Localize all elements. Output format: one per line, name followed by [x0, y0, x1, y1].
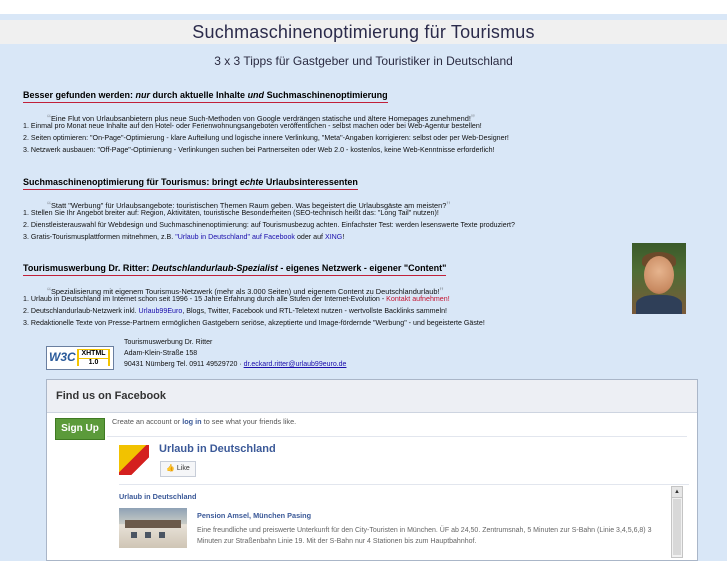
heading-emphasis: nur — [135, 90, 151, 100]
thumbnail-window — [131, 532, 137, 538]
list-item-text: oder auf — [294, 233, 325, 241]
feed-scrollbar[interactable]: ▲ — [671, 486, 683, 558]
xhtml-text: XHTML — [79, 350, 108, 358]
list-item: 3. Netzwerk ausbauen: "Off-Page"-Optimie… — [23, 146, 495, 154]
heading-text: Suchmaschinenoptimierung — [264, 90, 388, 100]
list-item-text: 2. Deutschlandurlaub-Netzwerk inkl. — [23, 307, 139, 315]
heading-text: Suchmaschinenoptimierung für Tourismus: … — [23, 177, 240, 187]
section-heading: Tourismuswerbung Dr. Ritter: Deutschland… — [23, 263, 447, 276]
list-item: 1. Einmal pro Monat neue Inhalte auf den… — [23, 122, 482, 130]
section-better-found: Besser gefunden werden: nur durch aktuel… — [23, 85, 713, 154]
list-item: 1. Stellen Sie Ihr Angebot breiter auf: … — [23, 209, 439, 217]
quote-close-icon: ” — [446, 199, 451, 213]
section-dr-ritter: Tourismuswerbung Dr. Ritter: Deutschland… — [23, 258, 713, 327]
heading-text: Urlaubsinteressenten — [263, 177, 358, 187]
photo-shirt — [636, 295, 682, 314]
heading-emphasis: und — [247, 90, 265, 100]
heading-text: durch aktuelle Inhalte — [150, 90, 248, 100]
heading-text: Tourismuswerbung Dr. Ritter: — [23, 263, 152, 273]
xhtml-version: 1.0 — [79, 359, 108, 367]
facebook-widget-header: Find us on Facebook — [47, 380, 697, 413]
page-title: Suchmaschinenoptimierung für Tourismus — [0, 20, 727, 44]
author-photo — [632, 243, 686, 314]
contact-city-phone: 90431 Nürnberg Tel. 0911 49529720 · — [124, 361, 244, 368]
create-text: Create an account or — [112, 417, 183, 426]
photo-face — [644, 256, 674, 294]
facebook-signup-button[interactable]: Sign Up — [55, 418, 105, 440]
thumbs-up-icon: 👍 — [166, 465, 175, 472]
list-item-text: , Blogs, Twitter, Facebook und RTL-Telet… — [182, 307, 447, 315]
page-subtitle: 3 x 3 Tipps für Gastgeber und Touristike… — [214, 54, 513, 68]
contact-address: Tourismuswerbung Dr. Ritter Adam-Klein-S… — [124, 337, 346, 370]
list-item-text: 3. Gratis-Tourismusplattformen mitnehmen… — [23, 233, 176, 241]
contact-name: Tourismuswerbung Dr. Ritter — [124, 339, 213, 346]
contact-street: Adam-Klein-Straße 158 — [124, 350, 198, 357]
facebook-page-name[interactable]: Urlaub in Deutschland — [159, 443, 276, 455]
list-item: 2. Deutschlandurlaub-Netzwerk inkl. Urla… — [23, 307, 447, 315]
xing-link[interactable]: XING — [325, 233, 342, 241]
scroll-up-icon[interactable]: ▲ — [672, 487, 682, 498]
top-strip — [0, 0, 727, 14]
section-seo-tourism: Suchmaschinenoptimierung für Tourismus: … — [23, 172, 713, 241]
facebook-create-text: Create an account or log in to see what … — [112, 417, 296, 426]
section-heading: Besser gefunden werden: nur durch aktuel… — [23, 90, 388, 103]
post-page-name[interactable]: Urlaub in Deutschland — [119, 492, 196, 501]
divider — [119, 484, 689, 485]
post-title-link[interactable]: Pension Amsel, München Pasing — [197, 511, 311, 520]
list-item: 3. Gratis-Tourismusplattformen mitnehmen… — [23, 233, 344, 241]
xhtml-badge-label: XHTML 1.0 — [77, 349, 110, 367]
thumbnail-window — [145, 532, 151, 538]
page-flag-icon[interactable] — [119, 445, 149, 475]
create-text: to see what your friends like. — [201, 417, 297, 426]
list-item-text: ! — [342, 233, 345, 241]
list-item: 3. Redaktionelle Texte von Presse-Partne… — [23, 319, 485, 327]
scrollbar-thumb[interactable] — [673, 499, 681, 555]
list-item-text: 1. Urlaub in Deutschland im Internet sch… — [23, 295, 387, 303]
w3c-logo-text: W3C — [49, 350, 76, 364]
heading-emphasis: echte — [239, 177, 264, 187]
like-label: Like — [176, 465, 190, 472]
thumbnail-roof — [125, 520, 181, 528]
divider — [107, 436, 687, 437]
facebook-page-link[interactable]: "Urlaub in Deutschland" auf Facebook — [175, 233, 295, 241]
list-item: 1. Urlaub in Deutschland im Internet sch… — [23, 295, 450, 303]
heading-emphasis: Deutschlandurlaub-Spezialist — [151, 263, 278, 273]
list-item: 2. Seiten optimieren: "On-Page"-Optimier… — [23, 134, 509, 142]
w3c-xhtml-badge[interactable]: W3C XHTML 1.0 — [46, 346, 114, 370]
heading-text: - eigenes Netzwerk - eigener "Content" — [277, 263, 447, 273]
facebook-like-button[interactable]: 👍 Like — [160, 461, 196, 477]
contact-email-link[interactable]: dr.eckard.ritter@urlaub99euro.de — [244, 361, 347, 368]
urlaub99euro-link[interactable]: Urlaub99Euro — [139, 307, 183, 315]
heading-text: Besser gefunden werden: — [23, 90, 136, 100]
post-thumbnail[interactable] — [119, 508, 187, 548]
facebook-login-link[interactable]: log in — [182, 417, 201, 426]
post-text: Eine freundliche und preiswerte Unterkun… — [197, 527, 652, 545]
contact-link[interactable]: Kontakt aufnehmen! — [386, 295, 450, 303]
thumbnail-window — [159, 532, 165, 538]
list-item: 2. Dienstleisterauswahl für Webdesign un… — [23, 221, 515, 229]
contact-city-line: 90431 Nürnberg Tel. 0911 49529720 · dr.e… — [124, 359, 346, 370]
section-heading: Suchmaschinenoptimierung für Tourismus: … — [23, 177, 358, 190]
facebook-widget: Find us on Facebook Sign Up Create an ac… — [46, 379, 698, 561]
